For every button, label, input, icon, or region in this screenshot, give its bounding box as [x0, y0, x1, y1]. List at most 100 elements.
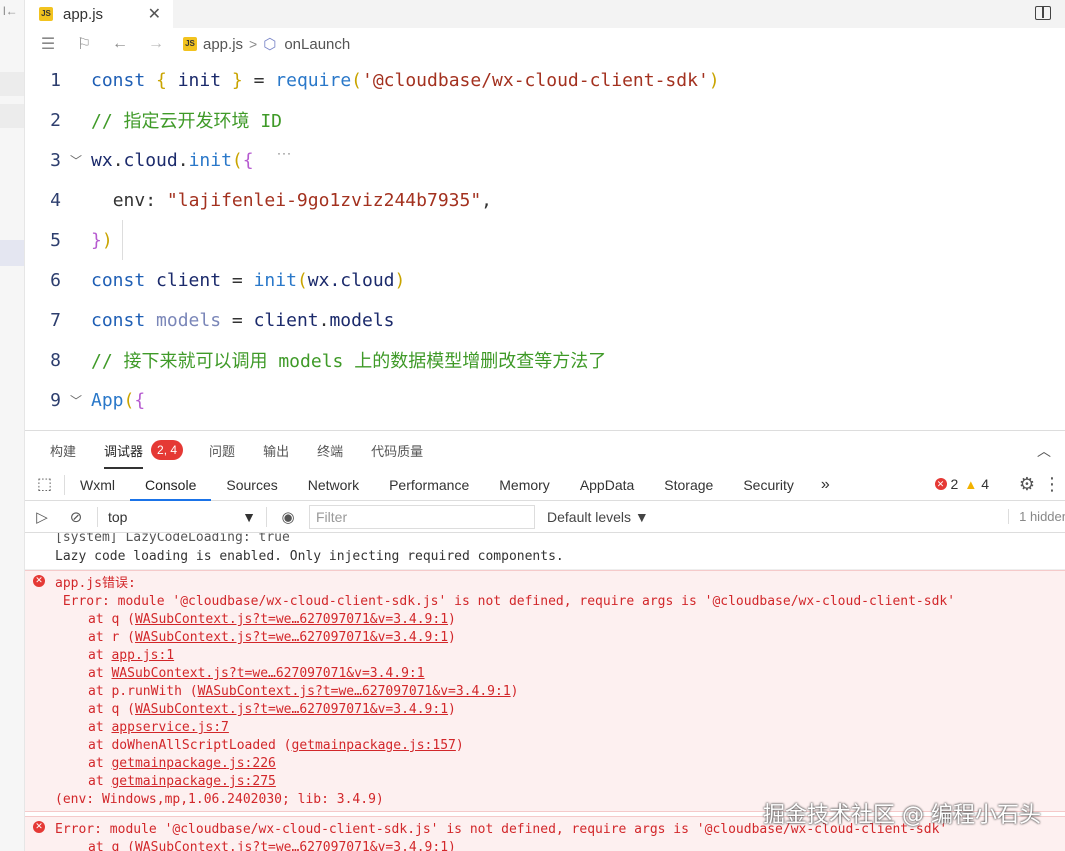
- watermark: 掘金技术社区 @ 编程小石头: [763, 803, 1041, 828]
- console-message: [system] LazyCodeLoading: true: [55, 533, 290, 545]
- explorer-row[interactable]: [0, 72, 24, 96]
- tab-storage[interactable]: Storage: [649, 469, 728, 501]
- source-link[interactable]: appservice.js:7: [111, 720, 228, 735]
- code-editor[interactable]: 1 const { init } = require('@cloudbase/w…: [25, 60, 1065, 430]
- js-file-icon: JS: [183, 37, 197, 51]
- line-number: 6: [50, 269, 61, 291]
- outline-list-icon[interactable]: ☰: [35, 34, 61, 54]
- console-message: Lazy code loading is enabled. Only injec…: [25, 545, 1065, 570]
- tab-wxml[interactable]: Wxml: [65, 469, 130, 501]
- tab-network[interactable]: Network: [293, 469, 374, 501]
- gear-icon[interactable]: ⚙: [1019, 474, 1035, 495]
- code-text: wx.cloud.init({: [91, 149, 254, 171]
- code-line-5[interactable]: 5 }): [25, 220, 1065, 260]
- source-link[interactable]: WASubContext.js?t=we…627097071&v=3.4.9:1: [198, 684, 511, 699]
- collapse-panel-icon[interactable]: ︿: [1037, 441, 1051, 461]
- error-message: Error: module '@cloudbase/wx-cloud-clien…: [55, 594, 956, 609]
- code-line-6[interactable]: 6 const client = init(wx.cloud): [25, 260, 1065, 300]
- explorer-row[interactable]: [0, 104, 24, 128]
- stack-frame: at q (WASubContext.js?t=we…627097071&v=3…: [88, 702, 456, 717]
- tab-output[interactable]: 输出: [263, 441, 289, 460]
- error-icon: ✕: [33, 575, 45, 587]
- tab-terminal[interactable]: 终端: [317, 441, 343, 460]
- tab-memory[interactable]: Memory: [484, 469, 565, 501]
- breadcrumb-symbol[interactable]: onLaunch: [284, 36, 350, 53]
- code-line-2[interactable]: 2 // 指定云开发环境 ID: [25, 100, 1065, 140]
- tab-problems[interactable]: 问题: [209, 441, 235, 460]
- filter-input[interactable]: Filter: [309, 504, 535, 529]
- tab-sources[interactable]: Sources: [211, 469, 292, 501]
- sidebar-toggle-icon[interactable]: ▷: [25, 508, 59, 526]
- more-options-icon[interactable]: ⋮: [1043, 474, 1061, 495]
- stack-frame: at r (WASubContext.js?t=we…627097071&v=3…: [88, 630, 456, 645]
- source-link[interactable]: getmainpackage.js:226: [111, 756, 275, 771]
- source-link[interactable]: WASubContext.js?t=we…627097071&v=3.4.9:1: [135, 702, 448, 717]
- context-value: top: [108, 508, 128, 525]
- inspect-element-icon[interactable]: ⬚: [25, 474, 65, 495]
- breadcrumb: ☰ ⚐ ← → JS app.js > ⬡ onLaunch: [25, 28, 1065, 60]
- dropdown-caret-icon: ▼: [242, 508, 256, 525]
- code-line-1[interactable]: 1 const { init } = require('@cloudbase/w…: [25, 60, 1065, 100]
- explorer-row-selected[interactable]: [0, 240, 24, 266]
- line-number: 4: [50, 189, 61, 211]
- eye-icon[interactable]: ◉: [271, 508, 305, 526]
- code-text: const { init } = require('@cloudbase/wx-…: [91, 69, 720, 91]
- tab-app-js[interactable]: JS app.js ✕: [25, 0, 173, 28]
- fold-chevron-icon[interactable]: ﹀: [61, 152, 91, 169]
- tab-security[interactable]: Security: [728, 469, 809, 501]
- code-text: const models = client.models: [91, 309, 395, 331]
- stack-frame: at p.runWith (WASubContext.js?t=we…62709…: [88, 684, 519, 699]
- more-tabs-icon[interactable]: »: [809, 476, 842, 494]
- debugger-count-badge: 2, 4: [151, 440, 184, 460]
- code-comment: // 指定云开发环境 ID: [91, 111, 283, 132]
- warning-icon: ▲: [964, 476, 978, 492]
- log-levels-select[interactable]: Default levels ▼: [547, 509, 649, 525]
- devtools-tabs: ⬚ Wxml Console Sources Network Performan…: [25, 469, 1065, 501]
- breadcrumb-file[interactable]: JS app.js: [183, 36, 243, 53]
- stack-frame: at q (WASubContext.js?t=we…627097071&v=3…: [25, 839, 1065, 851]
- code-line-4[interactable]: 4 env: "lajifenlei-9go1zviz244b7935",: [25, 180, 1065, 220]
- stack-frame: at WASubContext.js?t=we…627097071&v=3.4.…: [88, 666, 425, 681]
- editor-tab-bar: JS app.js ✕: [25, 0, 1065, 28]
- code-line-3[interactable]: 3 ﹀ wx.cloud.init({: [25, 140, 1065, 180]
- split-editor-icon[interactable]: [1035, 6, 1051, 20]
- stack-frame: at q (WASubContext.js?t=we…627097071&v=3…: [88, 612, 456, 627]
- panel-tabs: 构建 调试器 2, 4 问题 输出 终端 代码质量 ︿: [25, 431, 1065, 469]
- code-line-8[interactable]: 8 // 接下来就可以调用 models 上的数据模型增删改查等方法了: [25, 340, 1065, 380]
- tab-code-quality[interactable]: 代码质量: [371, 441, 423, 460]
- stack-frame: at appservice.js:7: [88, 720, 229, 735]
- tab-performance[interactable]: Performance: [374, 469, 484, 501]
- source-link[interactable]: WASubContext.js?t=we…627097071&v=3.4.9:1: [135, 612, 448, 627]
- tab-build[interactable]: 构建: [50, 441, 76, 460]
- js-file-icon: JS: [39, 7, 53, 21]
- fold-chevron-icon[interactable]: ﹀: [61, 392, 91, 409]
- explorer-strip: l←: [0, 0, 25, 851]
- tab-debugger[interactable]: 调试器: [104, 441, 144, 469]
- source-link[interactable]: WASubContext.js?t=we…627097071&v=3.4.9:1: [111, 666, 424, 681]
- close-icon[interactable]: ✕: [148, 4, 161, 24]
- code-text: }): [91, 229, 113, 251]
- bookmark-icon[interactable]: ⚐: [71, 34, 97, 54]
- stack-frame: at getmainpackage.js:275: [88, 774, 276, 789]
- code-text: App({: [91, 389, 146, 411]
- forward-arrow-icon[interactable]: →: [143, 35, 169, 53]
- source-link[interactable]: getmainpackage.js:275: [111, 774, 275, 789]
- context-select[interactable]: top ▼: [102, 509, 262, 525]
- issue-counter[interactable]: ✕ 2 ▲ 4: [934, 476, 989, 492]
- source-link[interactable]: getmainpackage.js:157: [292, 738, 456, 753]
- line-number: 1: [50, 69, 61, 91]
- error-icon: ✕: [934, 478, 947, 490]
- source-link[interactable]: WASubContext.js?t=we…627097071&v=3.4.9:1: [135, 840, 448, 851]
- line-number: 9: [50, 389, 61, 411]
- error-title: app.js错误:: [55, 576, 136, 591]
- back-arrow-icon[interactable]: ←: [107, 35, 133, 53]
- code-line-9[interactable]: 9 ﹀ App({: [25, 380, 1065, 420]
- source-link[interactable]: app.js:1: [111, 648, 174, 663]
- stack-frame: at app.js:1: [88, 648, 175, 663]
- clear-console-icon[interactable]: ⊘: [59, 508, 93, 526]
- source-link[interactable]: WASubContext.js?t=we…627097071&v=3.4.9:1: [135, 630, 448, 645]
- collapse-arrow-icon[interactable]: l←: [3, 4, 18, 18]
- code-line-7[interactable]: 7 const models = client.models: [25, 300, 1065, 340]
- tab-console[interactable]: Console: [130, 469, 212, 501]
- tab-appdata[interactable]: AppData: [565, 469, 649, 501]
